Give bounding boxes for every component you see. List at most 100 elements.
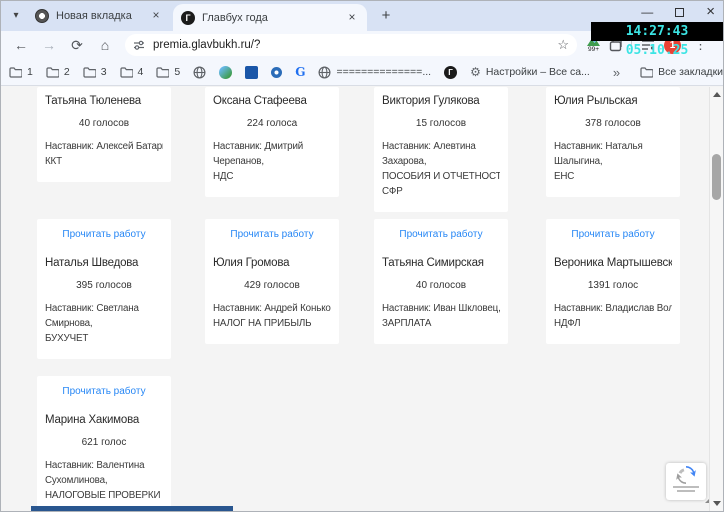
mentor-info: Наставник: Наталья Шалыгина, ЕНС (554, 141, 643, 182)
folder-icon (156, 66, 170, 78)
vote-count: 40 голосов (415, 280, 467, 291)
close-button[interactable]: × (706, 3, 715, 21)
digital-clock-overlay: 14:27:43 05.10.25 (591, 22, 723, 58)
vote-count: 395 голосов (76, 280, 132, 291)
browser-window: ▾ Новая вкладка × Г Главбух года × + — ×… (0, 0, 724, 512)
scroll-down-icon[interactable] (713, 501, 721, 506)
recaptcha-privacy-text (673, 486, 699, 488)
mentor-info: Наставник: Алексей Батарин, ККТ (45, 141, 163, 167)
folder-icon (83, 66, 96, 78)
folder-icon (119, 66, 133, 78)
folder-icon (640, 66, 654, 78)
contestant-card: Татьяна Тюленева 40 голосов Наставник: А… (37, 87, 171, 182)
bookmark-folder-2[interactable]: 2 (46, 66, 70, 78)
bookmark-label: 1 (27, 66, 33, 78)
bookmark-site[interactable]: G (295, 65, 305, 79)
contestant-card: Прочитать работу Марина Хакимова 621 гол… (37, 376, 171, 511)
tab-new-tab[interactable]: Новая вкладка × (27, 1, 171, 31)
bookmark-equals[interactable]: ==============... (318, 65, 432, 79)
bookmarks-bar: 1 2 3 4 5 G ==============... Г ⚙ Настро… (1, 59, 723, 86)
recaptcha-badge[interactable] (666, 463, 706, 500)
bookmark-label: 4 (137, 66, 144, 78)
page-scrollbar[interactable] (709, 87, 723, 511)
read-work-link[interactable]: Прочитать работу (213, 229, 331, 240)
minimize-button[interactable]: — (641, 3, 653, 21)
folder-icon (46, 66, 59, 78)
contestant-card: Прочитать работу Татьяна Симирская 40 го… (374, 219, 508, 344)
contestant-name: Вероника Мартышевская (554, 257, 672, 269)
contestant-name: Юлия Громова (213, 257, 290, 269)
contestant-card: Прочитать работу Наталья Шведова 395 гол… (37, 219, 171, 359)
mentor-info: Наставник: Андрей Коньков, НАЛОГ НА ПРИБ… (213, 303, 331, 329)
contestant-card: Оксана Стафеева 224 голоса Наставник: Дм… (205, 87, 339, 197)
page-content: Татьяна Тюленева 40 голосов Наставник: А… (1, 87, 723, 511)
page-footer-edge (31, 506, 233, 511)
all-bookmarks-button[interactable]: Все закладки (640, 66, 723, 78)
read-work-link[interactable]: Прочитать работу (382, 229, 500, 240)
mentor-info: Наставник: Валентина Сухомлинова, НАЛОГО… (45, 460, 161, 501)
bookmark-label: Настройки – Все са... (485, 66, 590, 78)
tab-label: Новая вкладка (56, 10, 132, 22)
bookmark-label: 3 (100, 66, 107, 78)
read-work-link[interactable]: Прочитать работу (554, 229, 672, 240)
bookmark-folder-4[interactable]: 4 (119, 66, 144, 78)
maximize-button[interactable] (675, 7, 685, 17)
bookmark-glavbukh[interactable]: Г (444, 65, 458, 79)
mentor-info: Наставник: Владислав Волков, НДФЛ (554, 303, 672, 329)
reload-icon[interactable]: ⟳ (65, 33, 89, 57)
scroll-up-icon[interactable] (713, 92, 721, 97)
address-bar[interactable]: premia.glavbukh.ru/? ☆ (125, 34, 577, 56)
window-controls: — × (641, 3, 715, 21)
bookmark-site[interactable] (193, 65, 206, 79)
bookmark-folder-3[interactable]: 3 (83, 66, 107, 78)
tab-search-chevron-icon[interactable]: ▾ (7, 8, 25, 24)
bookmark-label: 5 (174, 66, 181, 78)
mentor-info: Наставник: Алевтина Захарова, ПОСОБИЯ И … (382, 141, 500, 197)
vote-count: 429 голосов (244, 280, 300, 291)
vote-count: 15 голосов (415, 118, 467, 129)
site-settings-icon[interactable] (133, 39, 145, 51)
bookmark-settings[interactable]: ⚙ Настройки – Все са... (470, 65, 590, 79)
contestant-name: Наталья Шведова (45, 257, 139, 269)
globe-icon (318, 65, 331, 79)
contestant-card: Прочитать работу Вероника Мартышевская 1… (546, 219, 680, 344)
contestant-name: Марина Хакимова (45, 414, 140, 426)
bookmark-site[interactable] (271, 66, 283, 78)
contestant-name: Оксана Стафеева (213, 95, 307, 107)
all-bookmarks-label: Все закладки (658, 66, 724, 78)
new-tab-button[interactable]: + (377, 7, 395, 25)
glavbukh-favicon-icon: Г (444, 65, 458, 79)
tab-glavbukh-goda[interactable]: Г Главбух года × (173, 4, 367, 31)
contestant-card: Прочитать работу Юлия Громова 429 голосо… (205, 219, 339, 344)
contestant-card: Виктория Гулякова 15 голосов Наставник: … (374, 87, 508, 212)
bookmark-star-icon[interactable]: ☆ (557, 37, 569, 53)
bookmark-site[interactable] (219, 65, 233, 79)
vote-count: 224 голоса (246, 118, 298, 129)
tab-label: Главбух года (202, 11, 268, 24)
read-work-link[interactable]: Прочитать работу (45, 386, 163, 397)
contestant-name: Татьяна Тюленева (45, 95, 141, 107)
bookmark-label: ==============... (336, 66, 432, 78)
mentor-info: Наставник: Дмитрий Черепанов, НДС (213, 141, 304, 182)
contestant-name: Юлия Рыльская (554, 95, 638, 107)
url-text[interactable]: premia.glavbukh.ru/? (153, 39, 553, 51)
tab-close-icon[interactable]: × (345, 10, 359, 25)
tab-close-icon[interactable]: × (149, 9, 163, 23)
bookmarks-overflow-icon[interactable]: » (613, 65, 620, 80)
bookmark-label: 2 (63, 66, 70, 78)
site-favicon-icon: Г (181, 10, 195, 25)
back-icon[interactable]: ← (9, 33, 33, 57)
earth-icon (219, 65, 233, 79)
read-work-link[interactable]: Прочитать работу (45, 229, 163, 240)
bookmark-folder-5[interactable]: 5 (156, 66, 180, 78)
chrome-favicon-icon (35, 9, 49, 23)
forward-icon[interactable]: → (37, 33, 61, 57)
vote-count: 40 голосов (78, 118, 130, 129)
mentor-info: Наставник: Светлана Смирнова, БУХУЧЕТ (45, 303, 139, 344)
home-icon[interactable]: ⌂ (93, 33, 117, 57)
bookmark-site[interactable] (245, 65, 259, 79)
scrollbar-thumb[interactable] (712, 154, 721, 200)
bookmark-folder-1[interactable]: 1 (9, 66, 33, 78)
contestant-card: Юлия Рыльская 378 голосов Наставник: Нат… (546, 87, 680, 197)
folder-icon (9, 66, 22, 78)
